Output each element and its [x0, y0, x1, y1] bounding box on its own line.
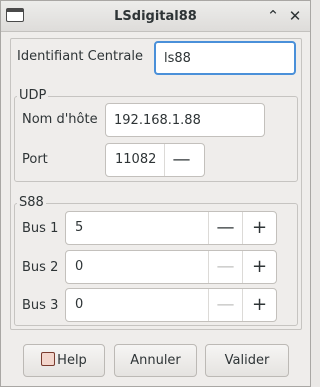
bus-3-label: Bus 3 [22, 298, 59, 313]
bus-2-label: Bus 2 [22, 260, 59, 275]
port-value[interactable]: 11082 [115, 152, 156, 167]
bus-3-increment-button[interactable]: + [242, 289, 276, 321]
port-decrement-button[interactable]: — [164, 144, 198, 176]
bus-3-decrement-button: — [208, 289, 242, 321]
ok-button[interactable]: Valider [205, 344, 289, 377]
cancel-button[interactable]: Annuler [114, 344, 197, 377]
help-icon [41, 352, 56, 366]
bus-1-increment-button[interactable]: + [242, 212, 276, 244]
help-button-label: Help [57, 353, 87, 368]
udp-frame-title: UDP [17, 88, 49, 103]
port-spinner[interactable]: 11082 — [105, 143, 205, 177]
udp-frame: UDP Nom d'hôte Port 11082 — [14, 88, 298, 182]
bus-3-spinner[interactable]: 0 — + [65, 288, 277, 322]
ok-button-label: Valider [224, 353, 270, 368]
central-id-label: Identifiant Centrale [17, 49, 143, 64]
bus-1-value[interactable]: 5 [75, 220, 83, 235]
help-button[interactable]: Help [23, 344, 105, 377]
bus-1-label: Bus 1 [22, 221, 59, 236]
host-label: Nom d'hôte [22, 112, 98, 127]
port-label: Port [22, 152, 48, 167]
bus-1-decrement-button[interactable]: — [208, 212, 242, 244]
s88-frame: S88 Bus 1 5 — + Bus 2 0 — + Bus 3 0 — + [14, 195, 298, 326]
cancel-button-label: Annuler [130, 353, 181, 368]
close-icon[interactable]: ✕ [286, 7, 304, 25]
bus-2-spinner[interactable]: 0 — + [65, 250, 277, 284]
minimize-icon[interactable]: ⌃ [264, 7, 282, 25]
central-id-input[interactable] [154, 41, 296, 75]
main-panel: Identifiant Centrale UDP Nom d'hôte Port… [10, 38, 302, 330]
host-input[interactable] [105, 103, 265, 137]
bus-2-increment-button[interactable]: + [242, 251, 276, 283]
s88-frame-title: S88 [17, 195, 46, 210]
title-bar[interactable]: LSdigital88 ⌃ ✕ [1, 1, 310, 32]
dialog-window: LSdigital88 ⌃ ✕ Identifiant Centrale UDP… [0, 0, 311, 387]
bus-3-value[interactable]: 0 [75, 297, 83, 312]
bus-2-value[interactable]: 0 [75, 259, 83, 274]
bus-2-decrement-button: — [208, 251, 242, 283]
bus-1-spinner[interactable]: 5 — + [65, 211, 277, 245]
